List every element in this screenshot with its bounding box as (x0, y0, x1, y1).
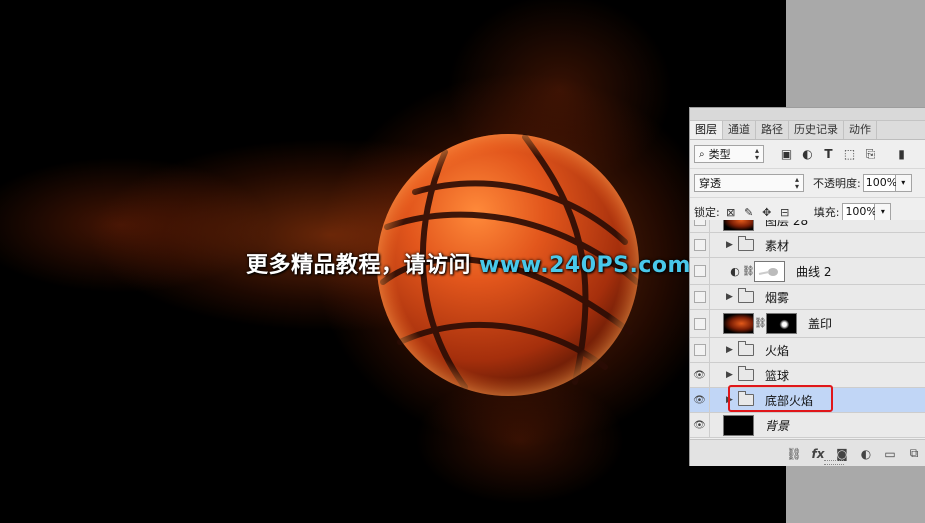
document-canvas[interactable]: 更多精品教程，请访问 www.240PS.com (0, 0, 786, 523)
fill-dropdown-button[interactable]: ▾ (875, 203, 892, 221)
type-filter-icon[interactable]: T (820, 146, 837, 163)
folder-icon (738, 366, 754, 381)
tab-layers[interactable]: 图层 (690, 121, 723, 139)
mask-thumbnail (754, 260, 785, 282)
panel-title-bar[interactable] (690, 108, 925, 121)
filter-kind-select[interactable]: ⌕ 类型 ▴ ▾ (694, 145, 764, 163)
link-icon: ⛓ (742, 265, 755, 277)
opacity-input[interactable]: 100% (862, 174, 897, 192)
layer-thumbnail (723, 414, 754, 436)
spinner-icon: ▴ ▾ (754, 146, 759, 162)
mask-thumbnail (766, 313, 797, 334)
visibility-toggle[interactable] (690, 284, 710, 310)
lock-all-icon[interactable]: ⊟ (778, 204, 792, 221)
hidden-checkbox-icon (693, 291, 706, 303)
expand-arrow-icon[interactable]: ▶ (726, 292, 736, 302)
panel-bottom-toolbar: ⛓ fx ◙ ◐ ▭ ⧉ (690, 439, 925, 466)
visibility-toggle[interactable]: 👁 (690, 362, 710, 388)
layer-row[interactable]: ⛓ 盖印 (690, 309, 925, 338)
curves-adjustment-icon: ◐ (730, 264, 740, 278)
smart-object-filter-icon[interactable]: ⎘ (862, 146, 879, 163)
tab-actions[interactable]: 动作 (844, 121, 877, 139)
expand-arrow-icon[interactable]: ▶ (726, 370, 736, 380)
highlight-box (728, 385, 833, 412)
layer-row[interactable]: ▶ 火焰 (690, 337, 925, 363)
layer-row[interactable]: ▶ 素材 (690, 232, 925, 258)
opacity-dropdown-button[interactable]: ▾ (895, 174, 912, 192)
layer-name[interactable]: 盖印 (808, 315, 832, 332)
layer-name[interactable]: 背景 (765, 417, 789, 434)
hidden-checkbox-icon (693, 344, 706, 356)
layer-name[interactable]: 烟雾 (765, 289, 789, 306)
hidden-checkbox-icon (693, 265, 706, 277)
opacity-label: 不透明度: (813, 177, 861, 190)
layer-name[interactable]: 图层 28 (765, 220, 808, 229)
link-layers-icon[interactable]: ⛓ (782, 444, 806, 464)
visibility-toggle[interactable]: 👁 (690, 412, 710, 438)
filter-kind-value: 类型 (708, 148, 731, 161)
spinner-icon: ▴ ▾ (794, 175, 799, 191)
eye-icon: 👁 (693, 394, 706, 406)
layer-name[interactable]: 曲线 2 (796, 263, 831, 280)
fill-input[interactable]: 100% (842, 203, 877, 221)
folder-icon (738, 341, 754, 356)
curve-mask-shape (758, 267, 778, 276)
layer-thumbnail (723, 313, 754, 334)
lock-move-icon[interactable]: ✥ (760, 204, 774, 221)
expand-arrow-icon[interactable]: ▶ (726, 345, 736, 355)
watermark-text: 更多精品教程，请访问 www.240PS.com (246, 253, 691, 278)
hidden-checkbox-icon (693, 317, 706, 330)
blend-mode-value: 穿透 (699, 177, 721, 190)
visibility-toggle[interactable] (690, 232, 710, 258)
link-icon: ⛓ (754, 318, 767, 329)
tab-history[interactable]: 历史记录 (789, 121, 844, 139)
layer-name[interactable]: 素材 (765, 237, 789, 254)
visibility-toggle[interactable]: 👁 (690, 387, 710, 413)
layer-name[interactable]: 火焰 (765, 342, 789, 359)
adjustment-filter-icon[interactable]: ◐ (799, 146, 816, 163)
shape-filter-icon[interactable]: ⬚ (841, 146, 858, 163)
tab-channels[interactable]: 通道 (723, 121, 756, 139)
blend-mode-select[interactable]: 穿透 ▴ ▾ (694, 174, 804, 192)
new-layer-icon[interactable]: ⧉ (902, 444, 925, 464)
visibility-toggle[interactable] (690, 220, 710, 233)
visibility-toggle[interactable] (690, 309, 710, 338)
panel-tabs: 图层 通道 路径 历史记录 动作 (690, 121, 925, 140)
fill-label: 填充: (813, 206, 840, 219)
layers-panel: 图层 通道 路径 历史记录 动作 ⌕ 类型 ▴ ▾ ▣ ◐ T ⬚ ⎘ ▮ 穿透 … (689, 107, 925, 466)
filter-toggle-icon[interactable]: ▮ (893, 146, 910, 163)
visibility-toggle[interactable] (690, 337, 710, 363)
eye-icon: 👁 (693, 369, 706, 381)
folder-icon (738, 236, 754, 251)
image-filter-icon[interactable]: ▣ (778, 146, 795, 163)
layer-row[interactable]: 图层 28 (690, 220, 925, 233)
lock-transparent-icon[interactable]: ⊠ (724, 204, 738, 221)
tab-paths[interactable]: 路径 (756, 121, 789, 139)
new-group-icon[interactable]: ▭ (878, 444, 902, 464)
folder-icon (738, 288, 754, 303)
new-adjustment-icon[interactable]: ◐ (854, 444, 878, 464)
layer-row[interactable]: ▶ 烟雾 (690, 284, 925, 310)
hidden-checkbox-icon (693, 220, 706, 226)
search-icon: ⌕ (699, 148, 705, 160)
layer-thumbnail (723, 220, 754, 231)
hidden-checkbox-icon (693, 239, 706, 251)
resize-grip[interactable] (824, 460, 844, 465)
layer-row[interactable]: ◐ ⛓ 曲线 2 (690, 257, 925, 285)
blend-row: 穿透 ▴ ▾ 不透明度: 100% ▾ (690, 169, 925, 198)
lock-label: 锁定: (694, 206, 720, 219)
filter-row: ⌕ 类型 ▴ ▾ ▣ ◐ T ⬚ ⎘ ▮ (690, 140, 925, 169)
lock-brush-icon[interactable]: ✎ (742, 204, 756, 221)
eye-icon: 👁 (693, 419, 706, 431)
visibility-toggle[interactable] (690, 257, 710, 285)
layer-name[interactable]: 篮球 (765, 367, 789, 384)
layer-row[interactable]: 👁 背景 (690, 412, 925, 438)
expand-arrow-icon[interactable]: ▶ (726, 240, 736, 250)
